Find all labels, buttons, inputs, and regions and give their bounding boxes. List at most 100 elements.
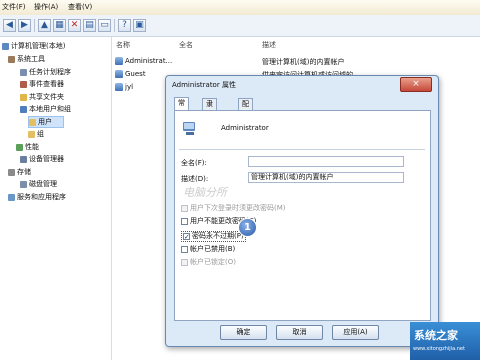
brand-name: 系统之家 — [414, 329, 458, 342]
console-tree: 计算机管理(本地) 系统工具 任务计划程序 事件查看器 共享文件夹 本地用户和组… — [0, 37, 112, 360]
checkbox-box — [181, 217, 188, 225]
back-icon[interactable]: ◀ — [3, 19, 16, 32]
tree-item-event-viewer[interactable]: 事件查看器 — [20, 79, 64, 89]
description-label: 描述(D): — [181, 175, 209, 183]
tree-item-shared-folders[interactable]: 共享文件夹 — [20, 92, 64, 102]
column-header-description[interactable]: 描述 — [262, 40, 276, 50]
tab-member-of[interactable]: 隶属于 — [202, 98, 217, 130]
brand-logo: 系统之家 www.xitongzhijia.net — [410, 322, 480, 360]
user-name: Administrat... — [125, 57, 173, 65]
help-icon[interactable]: ? — [118, 19, 131, 32]
tree-item-disk-management[interactable]: 磁盘管理 — [20, 179, 57, 189]
tree-label: 共享文件夹 — [29, 93, 64, 101]
close-button[interactable]: × — [400, 77, 432, 92]
checkbox-must-change-password[interactable]: 用户下次登录时须更改密码(M) — [181, 204, 286, 213]
menu-file[interactable]: 文件(F) — [2, 2, 26, 12]
tree-label: 系统工具 — [17, 55, 45, 63]
delete-icon[interactable]: ✕ — [68, 19, 81, 32]
description-field[interactable]: 管理计算机(域)的内置帐户 — [248, 172, 404, 183]
divider — [179, 149, 425, 150]
event-viewer-icon — [20, 80, 27, 88]
tree-item-groups[interactable]: 组 — [28, 129, 44, 139]
user-icon — [115, 70, 123, 78]
user-description: 管理计算机(域)的内置帐户 — [262, 58, 345, 66]
tree-item-device-manager[interactable]: 设备管理器 — [20, 154, 64, 164]
tree-item-system-tools[interactable]: 系统工具 — [8, 54, 45, 64]
menu-action[interactable]: 操作(A) — [34, 2, 58, 12]
cancel-button[interactable]: 取消 — [276, 325, 323, 340]
tree-label: 用户 — [38, 118, 52, 126]
menu-bar: 文件(F) 操作(A) 查看(V) — [0, 0, 480, 15]
column-header-name[interactable]: 名称 — [116, 40, 130, 50]
users-icon — [20, 105, 27, 113]
step-badge: 1 — [238, 218, 257, 237]
folder-icon — [29, 118, 36, 126]
tree-label: 服务和应用程序 — [17, 193, 66, 201]
tab-panel-general: Administrator 全名(F): 描述(D): 管理计算机(域)的内置帐… — [174, 110, 431, 321]
user-icon — [115, 83, 123, 91]
clock-icon — [20, 68, 27, 76]
checkbox-label: 密码永不过期(P) — [192, 232, 244, 240]
list-item[interactable]: Guest供来宾访问计算机或访问域的... — [115, 70, 360, 79]
tree-label: 存储 — [17, 168, 31, 176]
user-name: Guest — [125, 70, 146, 78]
user-name: jyl — [125, 83, 134, 91]
user-icon — [181, 119, 199, 137]
shared-folder-icon — [20, 93, 27, 101]
dialog-title: Administrator 属性 — [172, 81, 236, 89]
checkbox-label: 用户下次登录时须更改密码(M) — [190, 204, 286, 212]
folder-icon — [28, 130, 35, 138]
list-item[interactable]: jyl — [115, 83, 133, 91]
show-tree-icon[interactable]: ▦ — [53, 19, 66, 32]
up-folder-icon[interactable]: ▲ — [38, 19, 51, 32]
tree-label: 组 — [37, 130, 44, 138]
tree-item-local-users-groups[interactable]: 本地用户和组 — [20, 104, 71, 114]
toolbar-separator — [34, 19, 35, 32]
watermark: 电脑分所 — [183, 186, 227, 199]
forward-icon[interactable]: ▶ — [18, 19, 31, 32]
device-manager-icon — [20, 155, 27, 163]
checkbox-account-locked[interactable]: 帐户已锁定(O) — [181, 258, 236, 267]
ok-button[interactable]: 确定 — [220, 325, 267, 340]
tree-label: 计算机管理(本地) — [11, 42, 66, 50]
column-header-fullname[interactable]: 全名 — [179, 40, 193, 50]
services-icon — [8, 193, 15, 201]
tree-item-performance[interactable]: 性能 — [16, 142, 39, 152]
storage-icon — [8, 168, 15, 176]
tab-profile[interactable]: 配置文件 — [238, 98, 253, 141]
tree-label: 事件查看器 — [29, 80, 64, 88]
tree-item-computer-management[interactable]: 计算机管理(本地) — [2, 41, 65, 51]
checkbox-account-disabled[interactable]: 帐户已禁用(B) — [181, 245, 235, 254]
performance-icon — [16, 143, 23, 151]
tree-label: 性能 — [25, 143, 39, 151]
menu-view[interactable]: 查看(V) — [68, 2, 92, 12]
action-pane-icon[interactable]: ▣ — [133, 19, 146, 32]
fullname-label: 全名(F): — [181, 159, 207, 167]
apply-button[interactable]: 应用(A) — [332, 325, 379, 340]
tree-item-users[interactable]: 用户 — [28, 116, 64, 128]
checkbox-box — [181, 245, 188, 253]
tab-general[interactable]: 常规 — [174, 97, 189, 118]
toolbar: ◀ ▶ ▲ ▦ ✕ ▤ ▭ ? ▣ — [0, 15, 480, 37]
tools-icon — [8, 55, 15, 63]
export-icon[interactable]: ▭ — [98, 19, 111, 32]
list-item[interactable]: Administrat... 管理计算机(域)的内置帐户 — [115, 57, 344, 66]
tree-label: 磁盘管理 — [29, 180, 57, 188]
tree-item-task-scheduler[interactable]: 任务计划程序 — [20, 67, 71, 77]
tree-label: 本地用户和组 — [29, 105, 71, 113]
tree-item-storage[interactable]: 存储 — [8, 167, 31, 177]
toolbar-separator — [114, 19, 115, 32]
properties-icon[interactable]: ▤ — [83, 19, 96, 32]
properties-dialog: Administrator 属性 × 常规 隶属于 配置文件 Administr… — [165, 75, 439, 347]
checkbox-password-never-expires[interactable]: ✓ 密码永不过期(P) — [181, 231, 246, 242]
fullname-field[interactable] — [248, 156, 404, 167]
checkbox-box: ✓ — [183, 232, 190, 241]
tree-item-services-apps[interactable]: 服务和应用程序 — [8, 192, 66, 202]
disk-icon — [20, 180, 27, 188]
tree-label: 设备管理器 — [29, 155, 64, 163]
checkbox-box — [181, 258, 188, 266]
checkbox-box — [181, 204, 188, 212]
checkbox-label: 帐户已禁用(B) — [190, 245, 236, 253]
computer-icon — [2, 42, 9, 50]
tree-label: 任务计划程序 — [29, 68, 71, 76]
